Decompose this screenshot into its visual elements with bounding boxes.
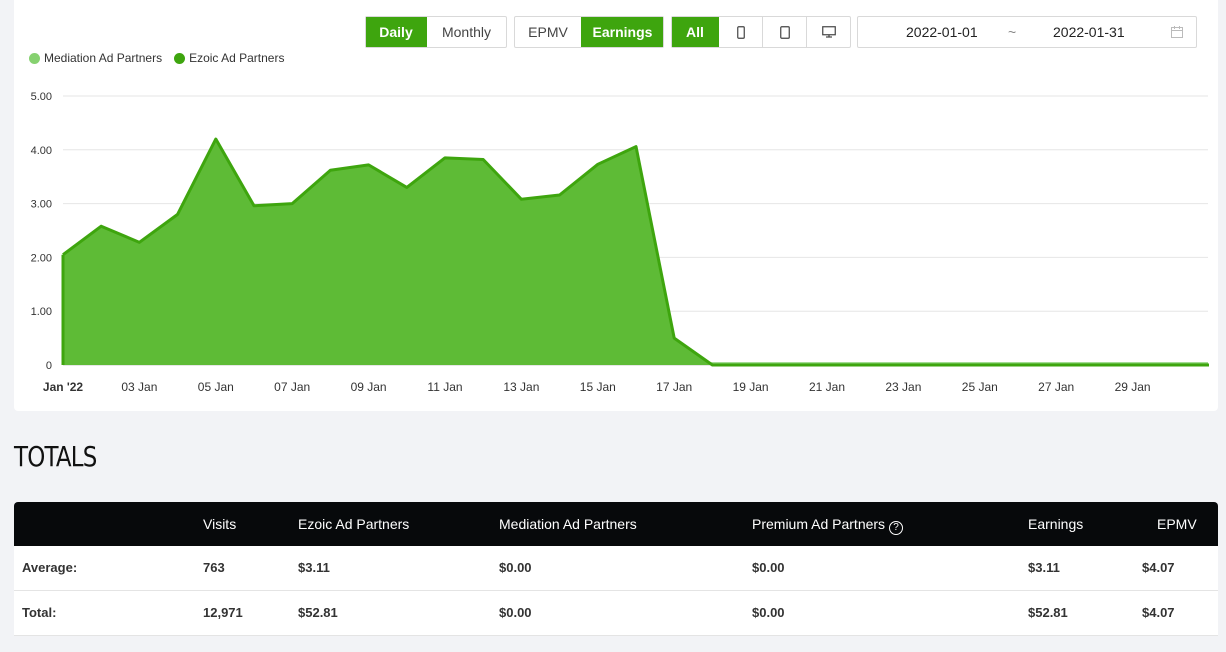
y-tick-label: 0: [46, 360, 52, 372]
y-tick-label: 5.00: [31, 91, 52, 103]
cell-ezoic: $3.11: [298, 560, 330, 575]
totals-table-header: Visits Ezoic Ad Partners Mediation Ad Pa…: [14, 502, 1218, 546]
table-row-total: Total: 12,971 $52.81 $0.00 $0.00 $52.81 …: [14, 591, 1218, 636]
cell-ezoic: $52.81: [298, 605, 338, 620]
cell-mediation: $0.00: [499, 605, 532, 620]
cell-earnings: $52.81: [1028, 605, 1068, 620]
x-tick-label: 29 Jan: [1115, 380, 1151, 394]
header-premium-label: Premium Ad Partners: [752, 516, 886, 532]
totals-title: TOTALS: [14, 440, 97, 473]
x-tick-label: 17 Jan: [656, 380, 692, 394]
x-tick-label: 13 Jan: [503, 380, 539, 394]
header-epmv: EPMV: [1157, 516, 1197, 532]
cell-premium: $0.00: [752, 605, 785, 620]
x-tick-label: Jan '22: [43, 380, 84, 394]
cell-earnings: $3.11: [1028, 560, 1060, 575]
header-earnings: Earnings: [1028, 516, 1084, 532]
x-tick-label: 09 Jan: [351, 380, 387, 394]
y-tick-label: 2.00: [31, 252, 52, 264]
cell-visits: 12,971: [203, 605, 243, 620]
cell-mediation: $0.00: [499, 560, 532, 575]
x-tick-label: 27 Jan: [1038, 380, 1074, 394]
header-ezoic: Ezoic Ad Partners: [298, 516, 410, 532]
totals-table: Visits Ezoic Ad Partners Mediation Ad Pa…: [14, 502, 1218, 636]
y-tick-label: 3.00: [31, 199, 52, 211]
x-tick-label: 15 Jan: [580, 380, 616, 394]
header-premium: Premium Ad Partners?: [752, 502, 904, 546]
earnings-area-chart: 5.00 4.00 3.00 2.00 1.00 0 Jan '22 03 Jan 05 Jan…: [31, 91, 1209, 394]
table-row-average: Average: 763 $3.11 $0.00 $0.00 $3.11 $4.…: [14, 546, 1218, 591]
header-visits: Visits: [203, 516, 237, 532]
row-label: Total:: [22, 605, 57, 620]
row-label: Average:: [22, 560, 78, 575]
x-tick-label: 19 Jan: [733, 380, 769, 394]
cell-epmv: $4.07: [1142, 560, 1175, 575]
x-tick-label: 23 Jan: [885, 380, 921, 394]
x-tick-label: 07 Jan: [274, 380, 310, 394]
cell-visits: 763: [203, 560, 225, 575]
x-tick-label: 25 Jan: [962, 380, 998, 394]
help-icon[interactable]: ?: [889, 521, 904, 535]
header-mediation: Mediation Ad Partners: [499, 516, 637, 532]
x-tick-label: 03 Jan: [121, 380, 157, 394]
x-tick-label: 05 Jan: [198, 380, 234, 394]
y-tick-label: 4.00: [31, 145, 52, 157]
cell-premium: $0.00: [752, 560, 785, 575]
y-tick-label: 1.00: [31, 306, 52, 318]
cell-epmv: $4.07: [1142, 605, 1175, 620]
x-tick-label: 11 Jan: [427, 380, 462, 394]
x-tick-label: 21 Jan: [809, 380, 845, 394]
